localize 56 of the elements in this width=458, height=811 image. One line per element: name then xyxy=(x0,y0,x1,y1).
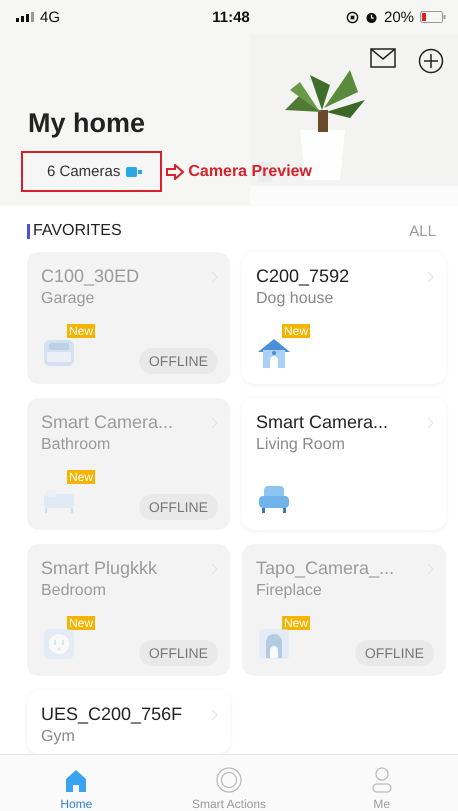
video-camera-icon xyxy=(126,166,142,176)
room-label: Garage xyxy=(41,290,96,308)
new-badge: New xyxy=(282,616,310,630)
target-icon xyxy=(216,767,242,793)
arrow-icon xyxy=(166,164,184,180)
new-badge: New xyxy=(67,470,96,484)
person-icon xyxy=(372,767,392,793)
device-name: C100_30ED xyxy=(41,266,140,287)
status-badge: OFFLINE xyxy=(354,640,434,666)
clock: 11:48 xyxy=(212,8,250,26)
tab[interactable]: Me xyxy=(305,755,458,811)
home-title: My home xyxy=(28,108,146,139)
device-card[interactable]: Tapo_Camera_... Fireplace New OFFLINE xyxy=(242,544,446,676)
device-name: Tapo_Camera_... xyxy=(256,558,394,579)
new-badge: New xyxy=(282,324,310,338)
battery-percent: 20% xyxy=(384,8,414,26)
network-label: 4G xyxy=(40,8,60,26)
room-label: Living Room xyxy=(256,436,346,454)
battery-icon xyxy=(420,11,446,23)
device-name: C200_7592 xyxy=(256,266,350,287)
status-badge: OFFLINE xyxy=(138,640,218,666)
device-card[interactable]: C200_7592 Dog house New xyxy=(242,252,446,384)
device-card[interactable]: C100_30ED Garage New OFFLINE xyxy=(27,252,230,384)
room-label: Gym xyxy=(41,728,76,746)
room-label: Fireplace xyxy=(256,582,323,600)
device-card[interactable]: UES_C200_756F Gym xyxy=(27,690,230,754)
alarm-icon xyxy=(364,10,378,24)
wall-plug-icon xyxy=(41,626,77,662)
rotation-lock-icon xyxy=(346,10,359,24)
all-link[interactable]: ALL xyxy=(409,222,436,240)
add-button[interactable] xyxy=(418,48,444,74)
device-card[interactable]: Smart Camera... Living Room xyxy=(242,398,446,530)
device-name: UES_C200_756F xyxy=(41,704,182,725)
status-badge: OFFLINE xyxy=(138,494,218,520)
home-icon xyxy=(65,769,88,793)
device-card[interactable]: Smart Plugkkk Bedroom New OFFLINE xyxy=(27,544,230,676)
new-badge: New xyxy=(67,324,96,338)
room-label: Bathroom xyxy=(41,436,112,454)
tab[interactable]: Smart Actions xyxy=(152,755,306,811)
device-name: Smart Camera... xyxy=(256,412,388,433)
device-card[interactable]: Smart Camera... Bathroom New OFFLINE xyxy=(27,398,230,530)
room-label: Bedroom xyxy=(41,582,107,600)
annotation-label: Camera Preview xyxy=(188,162,312,180)
device-name: Smart Plugkkk xyxy=(41,558,158,579)
tab[interactable]: Home xyxy=(0,755,153,811)
section-title: FAVORITES xyxy=(33,222,122,240)
room-label: Dog house xyxy=(256,290,334,308)
device-name: Smart Camera... xyxy=(41,412,174,433)
accent-bar xyxy=(27,224,30,238)
fireplace-icon xyxy=(256,626,292,662)
chevron-icon xyxy=(211,708,218,720)
status-badge: OFFLINE xyxy=(138,348,218,374)
chevron-icon xyxy=(427,416,434,428)
new-badge: New xyxy=(67,616,96,630)
signal-icon xyxy=(16,12,34,22)
chevron-icon xyxy=(427,270,434,282)
